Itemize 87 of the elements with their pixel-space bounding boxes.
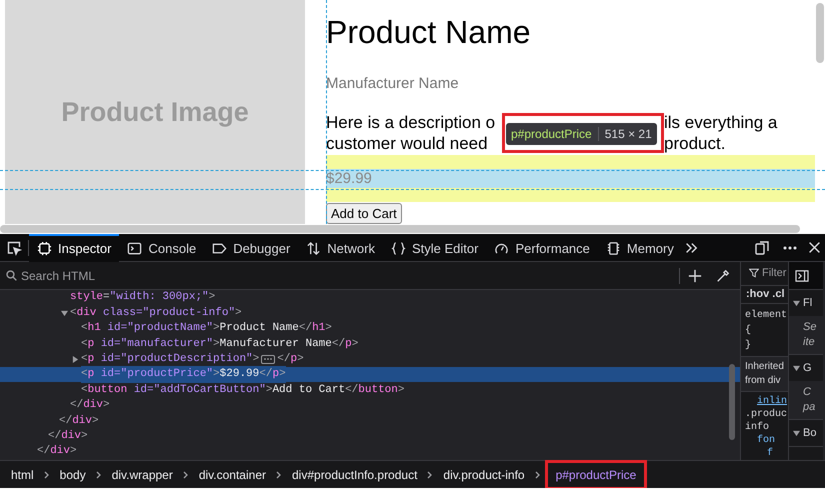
section-text: C (803, 385, 811, 400)
section-header[interactable]: Bo (803, 424, 816, 442)
terminal-icon (127, 241, 142, 256)
devtools-tab[interactable]: Network (298, 234, 383, 262)
eyedropper-icon[interactable] (716, 268, 730, 282)
vertical-scrollbar[interactable] (816, 3, 824, 63)
rule-text: { (745, 324, 752, 338)
markup-line[interactable]: </div> (37, 443, 77, 460)
horizontal-scrollbar[interactable] (0, 225, 800, 233)
arrows-icon (306, 241, 322, 256)
rule-text: element (745, 308, 788, 323)
markup-line[interactable]: </div> (48, 428, 88, 444)
collapse-arrow-icon[interactable] (793, 430, 800, 436)
devtools-tab[interactable]: Inspector (29, 234, 120, 262)
chevron-icon (426, 470, 434, 478)
markup-line[interactable]: </div> (70, 397, 110, 414)
collapse-arrow-icon[interactable] (793, 364, 800, 372)
markup-line[interactable]: <p id="productDescription"> (81, 351, 260, 368)
markup-scrollbar[interactable] (729, 364, 735, 440)
rule-text: } (745, 338, 752, 353)
product-title: Product Name (326, 13, 532, 52)
section-header[interactable]: G (803, 360, 812, 376)
markup-line[interactable]: <p id="manufacturer">Manufacturer Name</p> (81, 336, 358, 352)
chevron-icon (42, 470, 51, 478)
close-icon[interactable] (808, 241, 821, 254)
devtools-tab[interactable]: Console (119, 234, 204, 262)
section-text: ite (803, 335, 815, 350)
infobar-selector: p#productPrice (511, 126, 592, 143)
markup-line[interactable]: <button id="addToCartButton">Add to Cart</button> (81, 382, 404, 398)
product-image-label: Product Image (61, 96, 249, 129)
filter-label[interactable]: Filter (762, 265, 786, 282)
element-picker-icon[interactable] (6, 240, 22, 256)
description-text: product. (664, 133, 726, 154)
markup-line[interactable]: </div> (59, 412, 99, 430)
rule-property: fon (757, 434, 776, 447)
rule-selector: .produc (745, 408, 788, 421)
tag-icon (212, 241, 228, 256)
manufacturer-name: Manufacturer Name (326, 74, 460, 94)
devtools-tab[interactable]: Style Editor (382, 234, 486, 262)
devtools-tab[interactable]: Performance (486, 234, 598, 262)
section-header[interactable]: Fl (803, 294, 812, 312)
breadcrumb[interactable]: body (56, 462, 89, 486)
breadcrumb[interactable]: div.wrapper (108, 462, 176, 486)
chevron-icon (275, 470, 283, 478)
description-text: Here is a description o (326, 112, 496, 133)
markup-closing-tag: </p> (277, 351, 304, 368)
inherited-header: Inherited (745, 360, 784, 374)
rule-selector: info (745, 421, 770, 434)
devtools-tab[interactable]: Memory (598, 234, 682, 262)
breadcrumb[interactable]: div#productInfo.product (289, 462, 420, 486)
description-text: ils everything a (664, 112, 778, 133)
braces-icon (390, 241, 406, 256)
markup-line[interactable]: style="width: 300px;"> (70, 290, 216, 306)
markup-line[interactable]: <h1 id="productName">Product Name</h1> (81, 320, 332, 337)
add-to-cart-button[interactable]: Add to Cart (326, 202, 402, 224)
inherited-header: from div (745, 374, 781, 388)
memory-icon (606, 241, 621, 256)
search-icon (6, 270, 17, 281)
description-text: customer would need (326, 133, 489, 154)
section-text: Se (803, 320, 816, 335)
sidebar-toggle-icon[interactable] (795, 270, 809, 282)
chevron-icon (534, 470, 542, 478)
chevron-icon (182, 470, 190, 478)
breadcrumb[interactable]: p#productPrice (548, 462, 644, 486)
inline-source-link[interactable]: inlin (757, 395, 788, 408)
search-html-field[interactable]: Search HTML (21, 266, 221, 284)
breadcrumb[interactable]: div.product-info (440, 462, 528, 486)
plus-icon[interactable] (688, 268, 702, 282)
markup-line[interactable]: <div class="product-info"> (70, 304, 242, 322)
chevrons-icon[interactable] (684, 240, 698, 254)
dock-icon[interactable] (754, 240, 770, 256)
collapse-arrow-icon[interactable] (61, 310, 68, 317)
collapse-arrow-icon[interactable] (793, 300, 800, 306)
rule-property: f (767, 447, 774, 460)
ellipsis-badge[interactable] (261, 354, 276, 364)
devtools-tab[interactable]: Debugger (204, 234, 298, 262)
chevron-icon (94, 470, 103, 478)
infobar-size: 515 × 21 (604, 126, 652, 143)
breadcrumb[interactable]: div.container (196, 462, 269, 486)
product-price: $29.99 (326, 168, 372, 188)
expand-arrow-icon[interactable] (72, 356, 79, 363)
section-text: pa (803, 400, 816, 415)
chip-icon (37, 241, 52, 256)
gauge-icon (494, 241, 510, 256)
breadcrumb[interactable]: html (8, 462, 37, 486)
filter-icon (749, 268, 759, 278)
pseudo-class-toggle[interactable]: :hov .cl (746, 286, 785, 302)
